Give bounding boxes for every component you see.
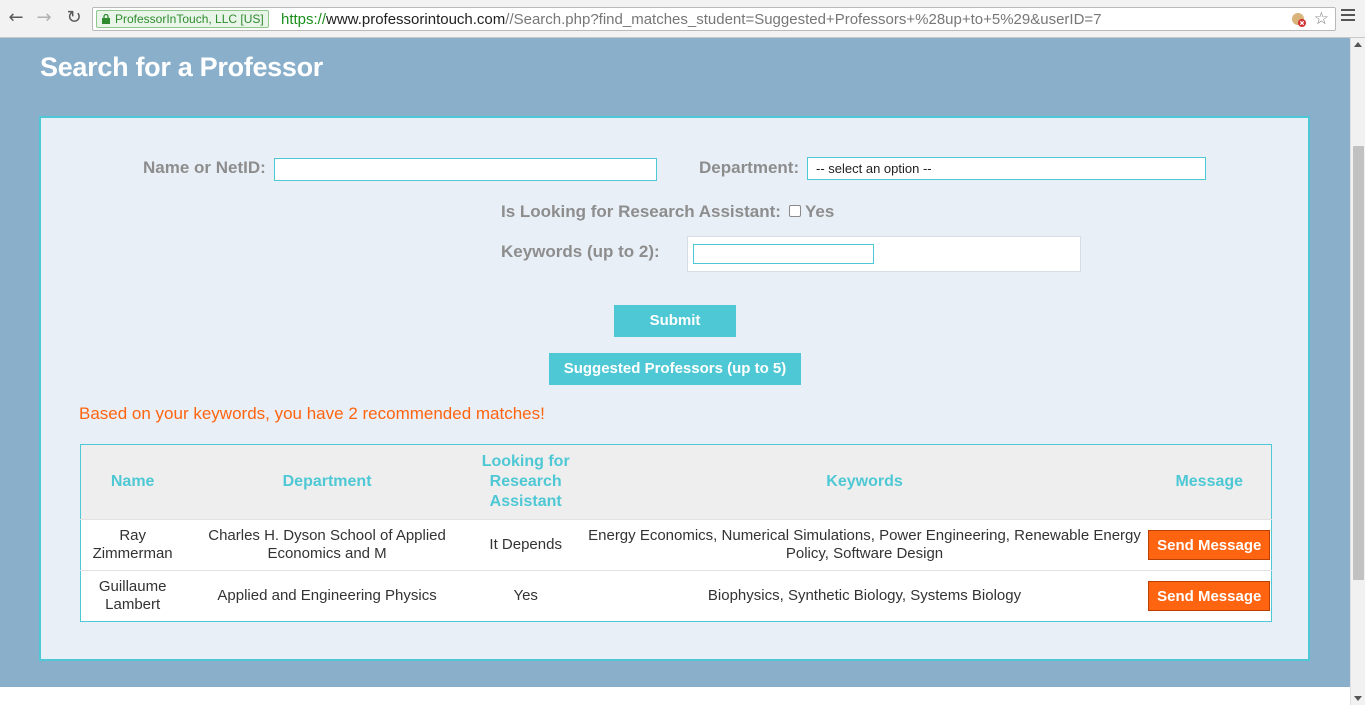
department-text: Charles H. Dyson School of Applied Econo… — [208, 527, 446, 562]
send-message-button[interactable]: Send Message — [1148, 530, 1271, 560]
ev-certificate-badge[interactable]: ProfessorInTouch, LLC [US] — [96, 10, 269, 28]
forward-arrow-icon[interactable]: → — [34, 8, 54, 28]
recommendation-message: Based on your keywords, you have 2 recom… — [79, 404, 545, 423]
keywords-text: Energy Economics, Numerical Simulations,… — [588, 527, 1141, 562]
keywords-cell: Biophysics, Synthetic Biology, Systems B… — [581, 570, 1148, 622]
keywords-input[interactable] — [693, 244, 874, 264]
blocked-popup-icon[interactable] — [1290, 11, 1307, 28]
search-panel: Name or NetID: Department: -- select an … — [39, 116, 1310, 661]
table-row: Ray Zimmerman Charles H. Dyson School of… — [80, 519, 1272, 571]
column-header-message: Message — [1147, 444, 1272, 520]
browser-toolbar: ← → ↻ ProfessorInTouch, LLC [US] https:/… — [0, 0, 1365, 38]
vertical-scrollbar[interactable] — [1350, 38, 1365, 705]
url-scheme: https:// — [281, 11, 327, 28]
column-header-name: Name — [80, 444, 185, 520]
scroll-down-arrow-icon[interactable] — [1354, 696, 1362, 701]
department-cell: Charles H. Dyson School of Applied Econo… — [184, 519, 470, 571]
department-cell: Applied and Engineering Physics — [184, 570, 470, 622]
professor-name-text[interactable]: Ray Zimmerman — [88, 527, 178, 563]
reload-icon[interactable]: ↻ — [64, 8, 84, 28]
column-header-department: Department — [184, 444, 470, 520]
professor-name-text[interactable]: Guillaume Lambert — [88, 578, 178, 614]
table-row: Guillaume Lambert Applied and Engineerin… — [80, 570, 1272, 622]
keywords-container — [687, 236, 1081, 272]
column-header-looking-text: Looking for Research Assistant — [481, 453, 570, 510]
professor-name-link[interactable]: Ray Zimmerman — [80, 519, 185, 571]
results-table: Name Department Looking for Research Ass… — [80, 444, 1272, 622]
back-arrow-icon[interactable]: ← — [6, 8, 26, 28]
department-label: Department: — [699, 158, 800, 177]
message-cell: Send Message — [1147, 519, 1272, 571]
table-header-row: Name Department Looking for Research Ass… — [80, 444, 1272, 520]
url-path: //Search.php?find_matches_student=Sugges… — [505, 11, 1102, 28]
hamburger-menu-icon[interactable] — [1341, 9, 1355, 23]
star-icon[interactable]: ☆ — [1314, 9, 1329, 29]
looking-cell: Yes — [469, 570, 582, 622]
scrollbar-thumb[interactable] — [1353, 146, 1364, 580]
keywords-label: Keywords (up to 2): — [501, 242, 660, 261]
address-bar[interactable]: ProfessorInTouch, LLC [US] https://www.p… — [92, 7, 1336, 31]
page-background: Search for a Professor Name or NetID: De… — [0, 38, 1350, 687]
research-assistant-checkbox[interactable] — [789, 205, 801, 217]
research-assistant-label: Is Looking for Research Assistant: — [501, 202, 781, 221]
page-title: Search for a Professor — [40, 52, 324, 82]
lock-icon — [102, 14, 110, 24]
scroll-up-arrow-icon[interactable] — [1354, 42, 1362, 47]
message-cell: Send Message — [1147, 570, 1272, 622]
looking-cell: It Depends — [469, 519, 582, 571]
submit-button[interactable]: Submit — [614, 305, 736, 337]
ev-badge-label: ProfessorInTouch, LLC [US] — [115, 12, 264, 26]
research-yes-label[interactable]: Yes — [805, 202, 834, 222]
column-header-looking: Looking for Research Assistant — [469, 444, 582, 520]
send-message-button[interactable]: Send Message — [1148, 581, 1271, 611]
professor-name-link[interactable]: Guillaume Lambert — [80, 570, 185, 622]
name-label: Name or NetID: — [143, 158, 266, 177]
column-header-keywords: Keywords — [581, 444, 1148, 520]
suggested-professors-button[interactable]: Suggested Professors (up to 5) — [549, 353, 801, 385]
url-text[interactable]: https://www.professorintouch.com//Search… — [281, 11, 1102, 28]
name-input[interactable] — [274, 158, 657, 181]
keywords-cell: Energy Economics, Numerical Simulations,… — [581, 519, 1148, 571]
url-host: www.professorintouch.com — [326, 11, 506, 28]
department-select[interactable]: -- select an option -- — [807, 157, 1206, 180]
